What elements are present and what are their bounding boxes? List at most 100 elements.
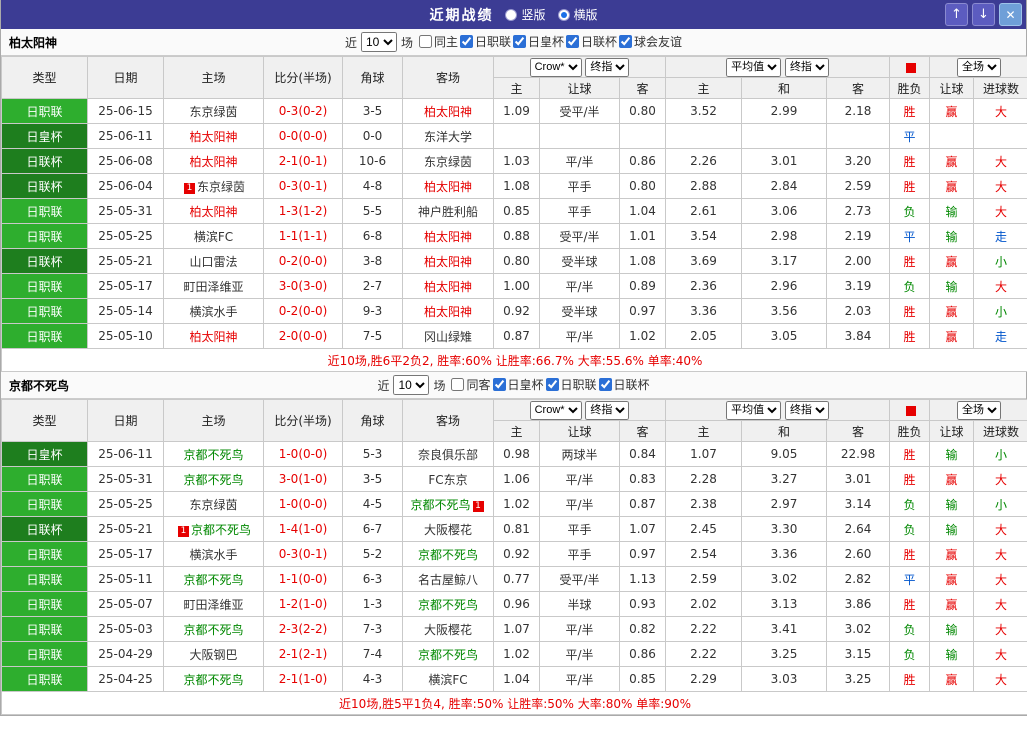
scope-select[interactable]: 全场 (957, 400, 1002, 420)
filter-label: 球会友谊 (634, 35, 683, 49)
team-link[interactable]: 横滨FC (428, 673, 467, 687)
league-cell: 日联杯 (1, 173, 88, 199)
team-link[interactable]: 横滨水手 (189, 548, 237, 562)
team-link[interactable]: 町田泽维亚 (183, 598, 243, 612)
team-link[interactable]: 柏太阳神 (424, 180, 472, 194)
away-team-cell: 东洋大学 (402, 123, 494, 149)
filter-日联杯[interactable]: 日联杯 (598, 376, 650, 393)
filter-checkbox[interactable] (566, 35, 580, 48)
average-odds-select[interactable]: 平均值 (726, 57, 782, 77)
average-stage-select[interactable]: 终指 (784, 400, 829, 420)
team-link[interactable]: 神户胜利船 (418, 205, 478, 219)
team-link[interactable]: 横滨FC (194, 230, 233, 244)
match-count-select[interactable]: 10 (393, 375, 430, 395)
score-cell: 1-1(1-1) (263, 223, 343, 249)
avg-away-cell: 3.86 (826, 591, 891, 617)
team-link[interactable]: 柏太阳神 (424, 305, 472, 319)
team-link[interactable]: 京都不死鸟 (418, 598, 478, 612)
close-icon: ✕ (1005, 7, 1016, 22)
filter-日职联[interactable]: 日职联 (545, 376, 597, 393)
team-link[interactable]: 冈山绿雉 (424, 330, 472, 344)
average-stage-select[interactable]: 终指 (784, 57, 829, 77)
team-link[interactable]: 京都不死鸟 (183, 448, 243, 462)
scope-select[interactable]: 全场 (957, 57, 1002, 77)
team-link[interactable]: 东京绿茵 (189, 498, 237, 512)
filter-日职联[interactable]: 日职联 (459, 33, 511, 50)
move-up-button[interactable]: ↑ (945, 3, 968, 26)
odds-handicap-cell: 平手 (539, 516, 620, 542)
avg-away-cell: 2.03 (826, 298, 891, 324)
team-link[interactable]: 柏太阳神 (189, 130, 237, 144)
result-wdl-cell: 平 (889, 566, 931, 592)
average-odds-select[interactable]: 平均值 (726, 400, 782, 420)
filter-日联杯[interactable]: 日联杯 (566, 33, 617, 50)
team-link[interactable]: 柏太阳神 (189, 330, 237, 344)
match-row: 日联杯 25-06-04 1 东京绿茵 0-3(0-1) 4-8 柏太阳神 1.08 平手 0.8… (1, 173, 1027, 199)
team-link[interactable]: 京都不死鸟 (418, 548, 478, 562)
filter-日皇杯[interactable]: 日皇杯 (492, 376, 544, 393)
odds-stage-select[interactable]: 终指 (585, 400, 630, 420)
filter-同主[interactable]: 同主 (418, 33, 458, 50)
team-link[interactable]: 柏太阳神 (189, 155, 237, 169)
filter-checkbox[interactable] (619, 35, 633, 48)
team-link[interactable]: 京都不死鸟 (418, 648, 478, 662)
matches-label: 场 (433, 378, 446, 393)
team-link[interactable]: FC东京 (428, 473, 467, 487)
team-link[interactable]: 京都不死鸟 (410, 498, 470, 512)
team-link[interactable]: 大阪钢巴 (189, 648, 237, 662)
layout-radio-horizontal[interactable]: 横版 (557, 6, 598, 23)
team-link[interactable]: 东京绿茵 (424, 155, 472, 169)
filter-checkbox[interactable] (598, 378, 612, 391)
score-cell: 1-4(1-0) (263, 516, 343, 542)
team-link[interactable]: 东京绿茵 (197, 180, 245, 194)
team-link[interactable]: 京都不死鸟 (191, 523, 251, 537)
col-header-league: 类型 (1, 56, 88, 99)
odds-company-select[interactable]: Crow* (529, 57, 582, 77)
col-header-corner: 角球 (342, 399, 403, 442)
subheader-avg-home: 主 (665, 77, 743, 99)
team-link[interactable]: 柏太阳神 (189, 205, 237, 219)
team-link[interactable]: 京都不死鸟 (183, 673, 243, 687)
filter-同客[interactable]: 同客 (451, 376, 491, 393)
odds-company-select[interactable]: Crow* (529, 400, 582, 420)
near-label: 近 (377, 378, 390, 393)
move-down-button[interactable]: ↓ (972, 3, 995, 26)
team-link[interactable]: 京都不死鸟 (183, 473, 243, 487)
corner-cell: 1-3 (342, 591, 403, 617)
match-count-select[interactable]: 10 (360, 32, 397, 52)
date-cell: 25-05-03 (87, 616, 164, 642)
corner-cell: 6-3 (342, 566, 403, 592)
team-link[interactable]: 奈良俱乐部 (418, 448, 478, 462)
team-link[interactable]: 柏太阳神 (424, 280, 472, 294)
team-link[interactable]: 柏太阳神 (424, 255, 472, 269)
filter-checkbox[interactable] (459, 35, 473, 48)
radio-label-vertical: 竖版 (521, 8, 546, 22)
team-link[interactable]: 山口雷法 (189, 255, 237, 269)
filter-checkbox[interactable] (545, 378, 559, 391)
subheader-odds-away: 客 (618, 77, 667, 99)
filter-球会友谊[interactable]: 球会友谊 (619, 33, 682, 50)
team-link[interactable]: 大阪樱花 (424, 523, 472, 537)
filter-checkbox[interactable] (492, 378, 506, 391)
team-link[interactable]: 京都不死鸟 (183, 573, 243, 587)
filter-日皇杯[interactable]: 日皇杯 (513, 33, 564, 50)
close-button[interactable]: ✕ (999, 3, 1022, 26)
titlebar: 近期战绩 竖版 横版 ↑ ↓ ✕ (1, 0, 1026, 29)
team-link[interactable]: 柏太阳神 (424, 230, 472, 244)
odds-stage-select[interactable]: 终指 (585, 57, 630, 77)
team-link[interactable]: 町田泽维亚 (183, 280, 243, 294)
filter-checkbox[interactable] (418, 35, 432, 48)
team-link[interactable]: 大阪樱花 (424, 623, 472, 637)
filter-checkbox[interactable] (513, 35, 526, 48)
filter-checkbox[interactable] (451, 378, 465, 391)
layout-radio-vertical[interactable]: 竖版 (505, 6, 546, 23)
team-link[interactable]: 东京绿茵 (189, 105, 237, 119)
team-link[interactable]: 柏太阳神 (424, 105, 472, 119)
team-link[interactable]: 横滨水手 (189, 305, 237, 319)
corner-cell: 7-3 (342, 616, 403, 642)
team-link[interactable]: 名古屋鲸八 (418, 573, 478, 587)
odds-away-cell: 1.04 (618, 198, 667, 224)
team-link[interactable]: 京都不死鸟 (183, 623, 243, 637)
subheader-odds-handicap: 让球 (539, 77, 620, 99)
team-link[interactable]: 东洋大学 (424, 130, 472, 144)
